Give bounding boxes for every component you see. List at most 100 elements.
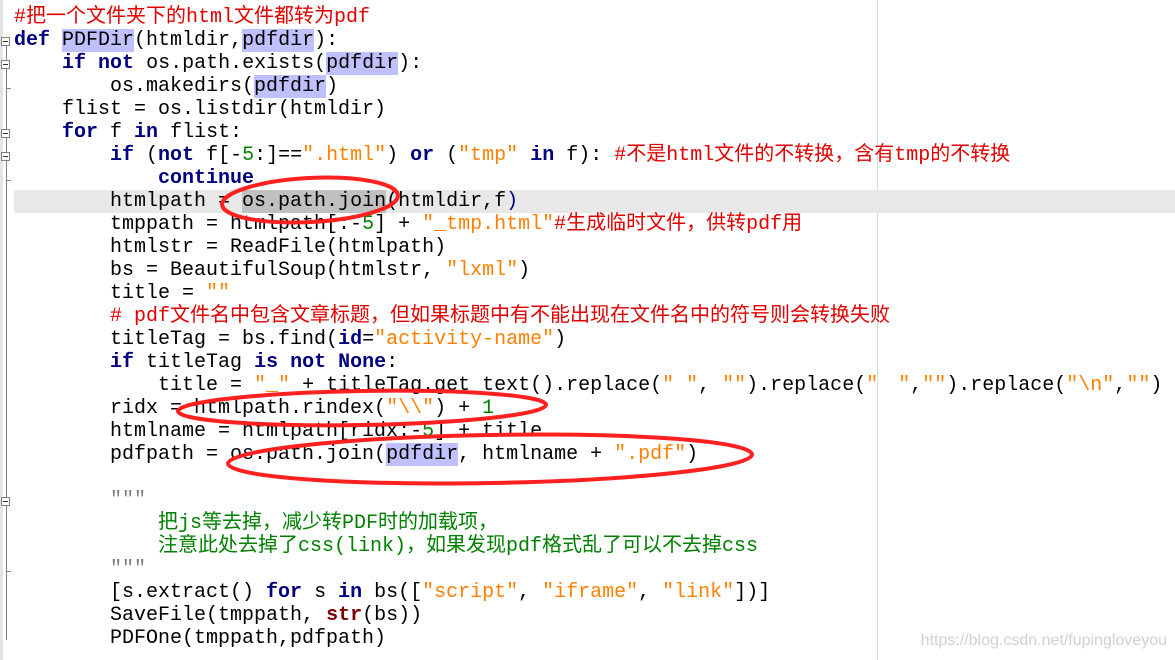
code-token: 5	[422, 420, 435, 443]
code-token: is	[254, 351, 279, 374]
code-token: (htmldir,	[134, 29, 243, 52]
code-line[interactable]: htmlpath = os.path.join(htmldir,f)	[14, 190, 1175, 213]
code-token: )	[1150, 374, 1163, 397]
code-line[interactable]: if not os.path.exists(pdfdir):	[14, 52, 1175, 75]
code-token: bs = BeautifulSoup(htmlstr,	[14, 259, 447, 282]
code-editor[interactable]: #把一个文件夹下的html文件都转为pdf def PDFDir(htmldir,…	[14, 6, 1175, 650]
code-token: os.path.join	[242, 190, 387, 213]
code-line[interactable]: bs = BeautifulSoup(htmlstr, "lxml")	[14, 259, 1175, 282]
code-token: pdfdir	[254, 75, 327, 98]
code-token: ,	[1114, 374, 1127, 397]
code-line[interactable]: if titleTag is not None:	[14, 351, 1175, 374]
code-line[interactable]: 把js等去掉，减少转PDF时的加载项，	[14, 512, 1175, 535]
code-token: if	[110, 351, 135, 374]
code-token: :]==	[254, 144, 303, 167]
code-token: f[-	[194, 144, 243, 167]
code-line[interactable]: ridx = htmlpath.rindex("\\") + 1	[14, 397, 1175, 420]
gutter-bar	[0, 0, 3, 660]
code-token: ridx = htmlpath.rindex(	[14, 397, 387, 420]
code-token: ):	[314, 29, 339, 52]
code-line[interactable]: htmlstr = ReadFile(htmlpath)	[14, 236, 1175, 259]
code-token: pdfdir	[242, 29, 315, 52]
code-line[interactable]: """	[14, 489, 1175, 512]
code-line[interactable]: if (not f[-5:]==".html") or ("tmp" in f)…	[14, 144, 1175, 167]
code-line[interactable]: def PDFDir(htmldir,pdfdir):	[14, 29, 1175, 52]
code-token: ] +	[374, 213, 423, 236]
code-token: )	[326, 75, 339, 98]
code-token: ):	[398, 52, 423, 75]
code-token: or	[410, 144, 435, 167]
code-token: " "	[866, 374, 911, 397]
code-token: str	[326, 604, 363, 627]
code-token: continue	[158, 167, 255, 190]
code-token: (	[434, 144, 459, 167]
code-token: # pdf文件名中包含文章标题，但如果标题中有不能出现在文件名中的符号则会转换失…	[110, 305, 891, 328]
code-token: os.path.exists(	[134, 52, 327, 75]
code-token: not	[158, 144, 195, 167]
code-token: s	[302, 581, 339, 604]
code-token: ""	[1126, 374, 1151, 397]
fold-collapse-icon[interactable]	[1, 37, 10, 46]
code-line[interactable]: os.makedirs(pdfdir)	[14, 75, 1175, 98]
code-line[interactable]: # pdf文件名中包含文章标题，但如果标题中有不能出现在文件名中的符号则会转换失…	[14, 305, 1175, 328]
fold-collapse-icon[interactable]	[1, 60, 10, 69]
fold-gutter	[0, 0, 11, 660]
code-token: )	[518, 259, 531, 282]
watermark: https://blog.csdn.net/fupingloveyou	[920, 632, 1167, 649]
code-token: ).replace(	[746, 374, 867, 397]
code-token: ".html"	[302, 144, 387, 167]
code-token: tmppath = htmlpath[:-	[14, 213, 363, 236]
code-token: if	[110, 144, 135, 167]
code-token: ,	[910, 374, 923, 397]
code-line[interactable]: 注意此处去掉了css(link)，如果发现pdf格式乱了可以不去掉css	[14, 535, 1175, 558]
code-token: #生成临时文件，供转pdf用	[554, 213, 803, 236]
code-line[interactable]: SaveFile(tmppath, str(bs))	[14, 604, 1175, 627]
code-line[interactable]: titleTag = bs.find(id="activity-name")	[14, 328, 1175, 351]
code-line[interactable]	[14, 466, 1175, 489]
code-token: titleTag	[134, 351, 255, 374]
code-token: in	[134, 121, 159, 144]
code-line[interactable]: for f in flist:	[14, 121, 1175, 144]
code-token: "_tmp.html"	[422, 213, 555, 236]
code-token: 1	[482, 397, 495, 420]
code-token: titleTag = bs.find(	[14, 328, 339, 351]
code-line[interactable]: continue	[14, 167, 1175, 190]
fold-collapse-icon[interactable]	[1, 129, 10, 138]
code-token: )	[386, 144, 411, 167]
code-token: #不是html文件的不转换，含有tmp的不转换	[614, 144, 1011, 167]
code-token: htmlname = htmlpath[ridx:-	[14, 420, 423, 443]
code-token: "link"	[662, 581, 735, 604]
code-token: [s.extract()	[14, 581, 267, 604]
code-token: , htmlname +	[458, 443, 615, 466]
code-token: + titleTag.get_text().replace(	[290, 374, 663, 397]
code-token: "lxml"	[446, 259, 519, 282]
fold-collapse-icon[interactable]	[1, 152, 10, 161]
code-line[interactable]: tmppath = htmlpath[:-5] + "_tmp.html"#生成…	[14, 213, 1175, 236]
code-line[interactable]: [s.extract() for s in bs(["script", "ifr…	[14, 581, 1175, 604]
code-token: not	[290, 351, 327, 374]
code-token: "script"	[422, 581, 519, 604]
code-token: "\n"	[1066, 374, 1115, 397]
code-token: =	[362, 328, 375, 351]
fold-collapse-icon[interactable]	[1, 497, 10, 506]
code-token: (htmldir,f	[386, 190, 507, 213]
code-token: #把一个文件夹下的html文件都转为pdf	[14, 6, 371, 29]
code-token: )	[686, 443, 699, 466]
code-token: if	[62, 52, 87, 75]
code-token: 5	[362, 213, 375, 236]
code-line[interactable]: title = ""	[14, 282, 1175, 305]
code-token: ] + title	[434, 420, 543, 443]
code-line[interactable]: pdfpath = os.path.join(pdfdir, htmlname …	[14, 443, 1175, 466]
code-token: pdfdir	[386, 443, 459, 466]
code-token: (	[134, 144, 159, 167]
code-line[interactable]: htmlname = htmlpath[ridx:-5] + title	[14, 420, 1175, 443]
code-line[interactable]: #把一个文件夹下的html文件都转为pdf	[14, 6, 1175, 29]
code-line[interactable]: flist = os.listdir(htmldir)	[14, 98, 1175, 121]
code-line[interactable]: """	[14, 558, 1175, 581]
code-token: not	[98, 52, 135, 75]
code-line[interactable]: title = "_" + titleTag.get_text().replac…	[14, 374, 1175, 397]
